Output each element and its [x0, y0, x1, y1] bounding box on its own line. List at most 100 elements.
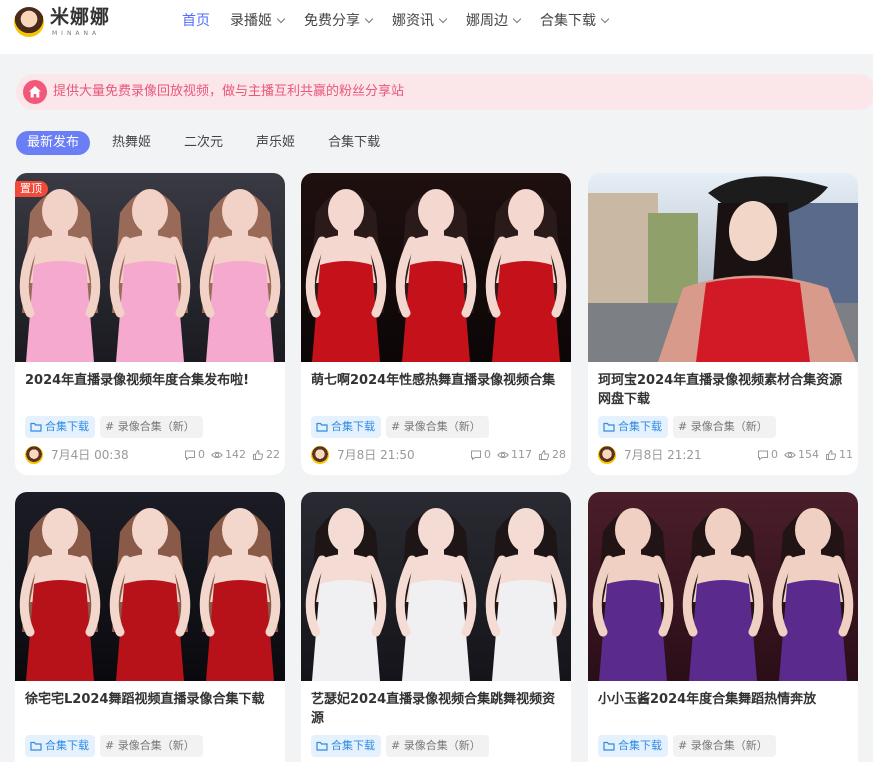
topic-tag[interactable]: # 录像合集（新） [386, 416, 489, 438]
folder-icon [603, 422, 615, 432]
comment-count: 0 [771, 448, 778, 461]
post-thumbnail[interactable] [301, 173, 571, 362]
pinned-badge: 置顶 [15, 181, 48, 197]
post-title[interactable]: 萌七啊2024年性感热舞直播录像视频合集 [311, 371, 563, 409]
post-meta: 7月8日 21:21 0 154 11 [598, 445, 853, 465]
view-count: 142 [225, 448, 246, 461]
comment-icon [185, 450, 195, 461]
thumbnail-figure-0 [592, 508, 674, 681]
eye-icon [497, 451, 509, 459]
post-card[interactable]: 萌七啊2024年性感热舞直播录像视频合集合集下载 # 录像合集（新） 7月8日 21… [301, 173, 571, 475]
nav-item-1[interactable]: 录播姬 [230, 10, 286, 32]
post-card[interactable]: 艺瑟妃2024直播录像视频合集跳舞视频资源合集下载 # 录像合集（新） [301, 492, 571, 762]
author-avatar[interactable] [598, 446, 616, 464]
view-count: 117 [511, 448, 532, 461]
notice-bar: 提供大量免费录像回放视频，做与主播互利共赢的粉丝分享站 [16, 74, 873, 110]
thumbnail-figure-0 [305, 189, 387, 362]
category-tag[interactable]: 合集下载 [25, 416, 95, 438]
chevron-down-icon [364, 14, 374, 24]
thumbs-up-icon [253, 449, 264, 460]
post-card[interactable]: 小小玉酱2024年度合集舞蹈热情奔放合集下载 # 录像合集（新） [588, 492, 858, 762]
category-tag-label: 合集下载 [618, 420, 662, 433]
tab-4[interactable]: 合集下载 [317, 131, 391, 155]
nav-item-2[interactable]: 免费分享 [304, 10, 374, 32]
category-tag[interactable]: 合集下载 [311, 735, 381, 757]
thumbnail-figure-2 [199, 508, 281, 681]
post-thumbnail[interactable] [15, 492, 285, 681]
topic-tag[interactable]: # 录像合集（新） [386, 735, 489, 757]
post-date: 7月8日 21:50 [337, 448, 415, 462]
post-title[interactable]: 2024年直播录像视频年度合集发布啦! [25, 371, 277, 409]
site-logo[interactable]: 米娜娜 MINANA [14, 6, 114, 40]
thumbnail-figure-0 [305, 508, 387, 681]
post-thumbnail[interactable]: 置顶 [15, 173, 285, 362]
post-thumbnail[interactable] [301, 492, 571, 681]
post-thumbnail[interactable] [588, 173, 858, 362]
tab-3[interactable]: 声乐姬 [245, 131, 306, 155]
category-tag[interactable]: 合集下载 [598, 735, 668, 757]
thumbnail-image [588, 173, 858, 362]
comment-icon [758, 450, 768, 461]
post-tags: 合集下载 # 录像合集（新） [311, 416, 489, 438]
comment-count: 0 [484, 448, 491, 461]
post-date: 7月4日 00:38 [51, 448, 129, 462]
eye-icon [784, 451, 796, 459]
view-stat: 117 [497, 445, 532, 465]
thumbnail-figure-1 [109, 508, 191, 681]
nav-item-0[interactable]: 首页 [182, 10, 210, 32]
view-stat: 154 [784, 445, 819, 465]
folder-icon [603, 741, 615, 751]
logo-text: 米娜娜 [50, 6, 111, 28]
folder-icon [30, 422, 42, 432]
thumbnail-figure-2 [485, 189, 567, 362]
folder-icon [30, 741, 42, 751]
post-meta: 7月4日 00:38 0 142 22 [25, 445, 280, 465]
category-tag[interactable]: 合集下载 [598, 416, 668, 438]
post-thumbnail[interactable] [588, 492, 858, 681]
tab-1[interactable]: 热舞姬 [101, 131, 162, 155]
topic-tag[interactable]: # 录像合集（新） [673, 416, 776, 438]
comment-stat: 0 [757, 445, 778, 465]
comment-stat: 0 [470, 445, 491, 465]
nav-item-label: 娜周边 [466, 13, 508, 29]
topic-tag[interactable]: # 录像合集（新） [673, 735, 776, 757]
post-title[interactable]: 珂珂宝2024年直播录像视频素材合集资源网盘下载 [598, 371, 850, 409]
post-card[interactable]: 置顶 2024年直播录像视频年度合集发布啦! 合集下载 # 录像合集（新） 7月4日 0… [15, 173, 285, 475]
topic-tag[interactable]: # 录像合集（新） [100, 735, 203, 757]
thumbnail-figure-2 [772, 508, 854, 681]
nav-item-4[interactable]: 娜周边 [466, 10, 522, 32]
post-meta: 7月8日 21:50 0 117 28 [311, 445, 566, 465]
category-tag[interactable]: 合集下载 [311, 416, 381, 438]
post-title[interactable]: 徐宅宅L2024舞蹈视频直播录像合集下载 [25, 690, 277, 728]
category-tag[interactable]: 合集下载 [25, 735, 95, 757]
post-stats: 0 142 22 [178, 445, 280, 465]
logo-subtext: MINANA [52, 30, 101, 37]
author-avatar[interactable] [25, 446, 43, 464]
logo-avatar [14, 7, 44, 37]
post-tags: 合集下载 # 录像合集（新） [598, 416, 776, 438]
nav-item-3[interactable]: 娜资讯 [392, 10, 448, 32]
like-stat: 22 [252, 445, 280, 465]
thumbs-up-icon [539, 449, 550, 460]
post-tags: 合集下载 # 录像合集（新） [311, 735, 489, 757]
post-tags: 合集下载 # 录像合集（新） [598, 735, 776, 757]
author-avatar[interactable] [311, 446, 329, 464]
thumbnail-figure-1 [395, 189, 477, 362]
chevron-down-icon [438, 14, 448, 24]
post-title[interactable]: 小小玉酱2024年度合集舞蹈热情奔放 [598, 690, 850, 728]
tab-2[interactable]: 二次元 [173, 131, 234, 155]
post-tags: 合集下载 # 录像合集（新） [25, 416, 203, 438]
post-card[interactable]: 徐宅宅L2024舞蹈视频直播录像合集下载合集下载 # 录像合集（新） [15, 492, 285, 762]
tab-0[interactable]: 最新发布 [16, 131, 91, 155]
view-stat: 142 [211, 445, 246, 465]
thumbs-up-icon [826, 449, 837, 460]
comment-count: 0 [198, 448, 205, 461]
post-card[interactable]: 珂珂宝2024年直播录像视频素材合集资源网盘下载 合集下载 # 录像合集（新） 7月8… [588, 173, 858, 475]
thumbnail-image [301, 173, 571, 362]
thumbnail-image [588, 492, 858, 681]
nav-item-5[interactable]: 合集下载 [540, 10, 610, 32]
post-title[interactable]: 艺瑟妃2024直播录像视频合集跳舞视频资源 [311, 690, 563, 728]
comment-stat: 0 [184, 445, 205, 465]
topic-tag[interactable]: # 录像合集（新） [100, 416, 203, 438]
thumbnail-figure-1 [682, 508, 764, 681]
